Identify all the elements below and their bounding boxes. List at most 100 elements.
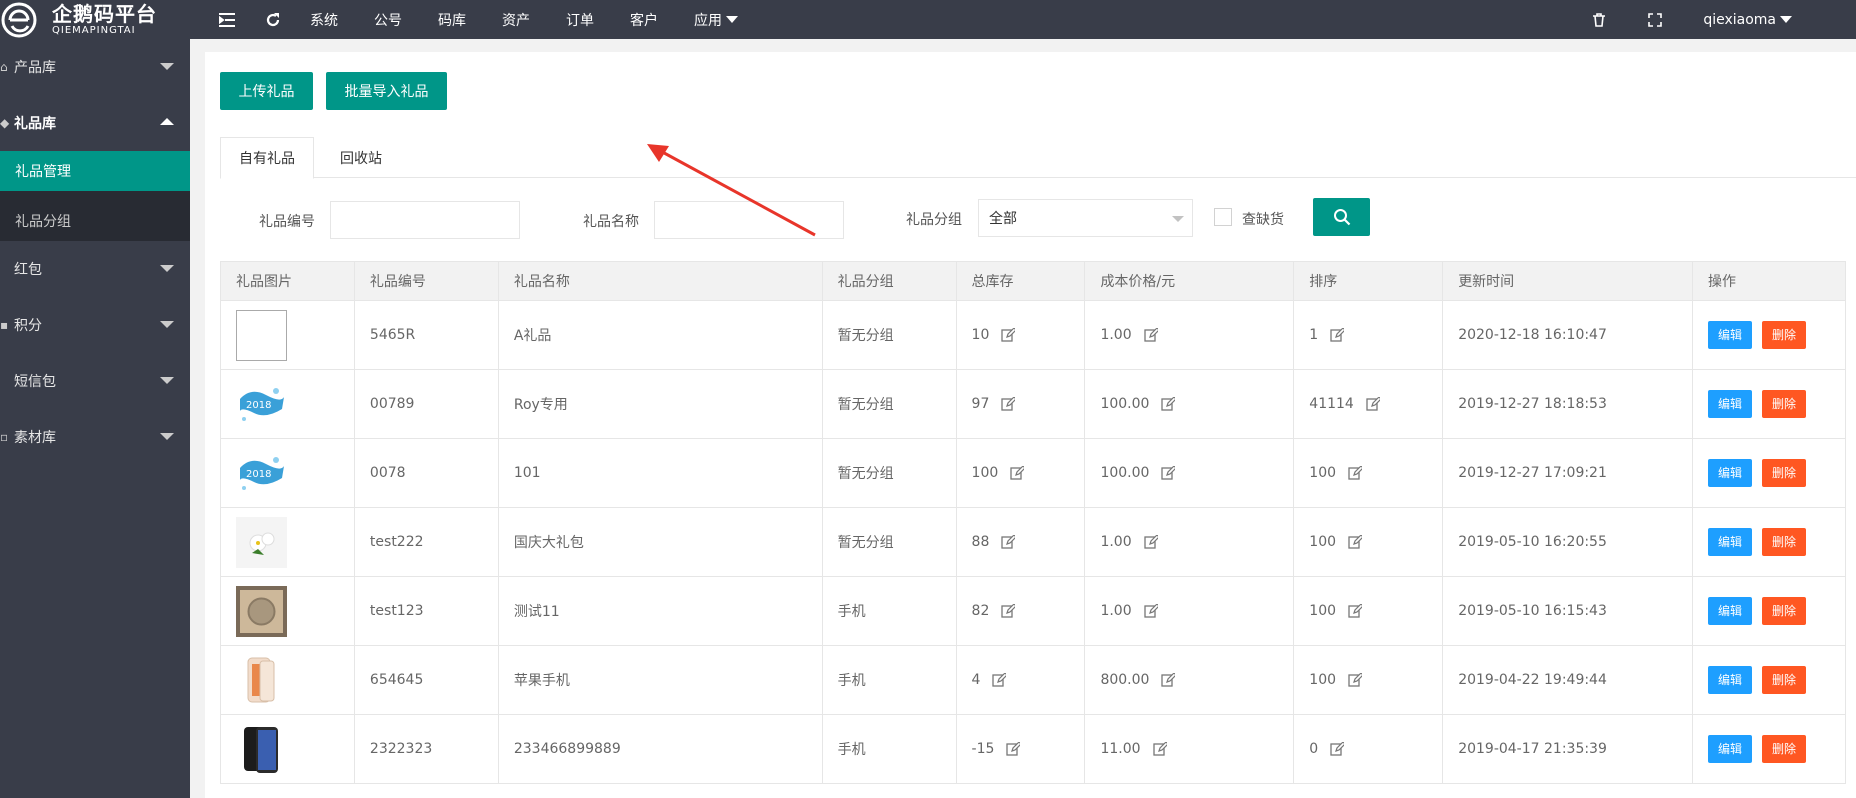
edit-pencil-icon[interactable] — [1152, 742, 1167, 756]
out-of-stock-checkbox[interactable] — [1214, 208, 1232, 226]
username: qiexiaoma — [1703, 11, 1776, 28]
upload-gift-button[interactable]: 上传礼品 — [220, 72, 313, 110]
edit-pencil-icon[interactable] — [1348, 466, 1363, 480]
edit-button[interactable]: 编辑 — [1708, 390, 1753, 418]
gift-sort-cell: 1 — [1293, 300, 1444, 370]
edit-button[interactable]: 编辑 — [1708, 666, 1753, 694]
sidebar-item-gift-library[interactable]: ◆ 礼品库 — [0, 95, 190, 151]
sidebar-item-product-library[interactable]: ⌂ 产品库 — [0, 39, 190, 95]
gift-updated-cell: 2019-05-10 16:15:43 — [1442, 576, 1694, 646]
gift-sort-cell: 41114 — [1293, 369, 1444, 439]
edit-pencil-icon[interactable] — [992, 673, 1007, 687]
gift-stock-value: 88 — [971, 534, 990, 550]
nav-item-system[interactable]: 系统 — [310, 10, 338, 30]
column-header: 操作 — [1692, 261, 1846, 301]
fullscreen-icon[interactable] — [1647, 12, 1663, 28]
nav-item-assets[interactable]: 资产 — [502, 10, 530, 30]
edit-button[interactable]: 编辑 — [1708, 528, 1753, 556]
sidebar-subitem-gift-management[interactable]: 礼品管理 — [0, 151, 190, 191]
edit-pencil-icon[interactable] — [1348, 535, 1363, 549]
edit-pencil-icon[interactable] — [1006, 742, 1021, 756]
gift-code-input[interactable] — [330, 201, 520, 239]
material-icon: ▫ — [0, 430, 9, 444]
edit-pencil-icon[interactable] — [1143, 535, 1158, 549]
edit-pencil-icon[interactable] — [1143, 604, 1158, 618]
edit-button[interactable]: 编辑 — [1708, 597, 1753, 625]
delete-button[interactable]: 删除 — [1762, 597, 1807, 625]
gift-cost-cell: 100.00 — [1084, 369, 1295, 439]
gift-name-cell: 国庆大礼包 — [497, 507, 823, 577]
caret-down-icon — [726, 16, 738, 23]
edit-pencil-icon[interactable] — [1010, 466, 1025, 480]
tab-recycle-bin[interactable]: 回收站 — [314, 137, 408, 178]
delete-button[interactable]: 删除 — [1762, 390, 1807, 418]
gift-name-cell: A礼品 — [497, 300, 823, 370]
refresh-icon[interactable] — [264, 11, 282, 29]
sidebar-submenu-divider — [0, 191, 190, 201]
edit-pencil-icon[interactable] — [1001, 397, 1016, 411]
home-icon: ⌂ — [0, 60, 8, 74]
nav-item-apps[interactable]: 应用 — [694, 10, 738, 30]
edit-pencil-icon[interactable] — [1330, 742, 1345, 756]
nav-item-customers[interactable]: 客户 — [630, 10, 658, 30]
gift-name-input[interactable] — [654, 201, 844, 239]
gift-group-cell: 手机 — [821, 576, 957, 646]
edit-button[interactable]: 编辑 — [1708, 459, 1753, 487]
gift-group-cell: 暂无分组 — [821, 438, 957, 508]
brand-logo[interactable]: 企鹅码平台 QIEMAPINGTAI — [0, 0, 190, 39]
gift-cost-value: 1.00 — [1100, 327, 1132, 343]
edit-pencil-icon[interactable] — [1161, 397, 1176, 411]
nav-item-code-library[interactable]: 码库 — [438, 10, 466, 30]
delete-button[interactable]: 删除 — [1762, 528, 1807, 556]
table-row: 2018 0078 101 暂无分组 100 100.00 100 2019-12-27 17… — [220, 438, 1846, 508]
edit-button[interactable]: 编辑 — [1708, 321, 1753, 349]
edit-pencil-icon[interactable] — [1143, 328, 1158, 342]
table-row: 2322323 233466899889 手机 -15 11.00 0 2019-04-17… — [220, 714, 1846, 784]
gift-name-cell: 苹果手机 — [497, 645, 823, 715]
brand-name-en: QIEMAPINGTAI — [52, 24, 136, 36]
gift-actions-cell: 编辑 删除 — [1692, 576, 1846, 646]
gift-name-cell: 测试11 — [497, 576, 823, 646]
tab-own-gifts[interactable]: 自有礼品 — [220, 137, 314, 179]
edit-pencil-icon[interactable] — [1348, 604, 1363, 618]
delete-button[interactable]: 删除 — [1762, 321, 1807, 349]
svg-text:2018: 2018 — [246, 400, 271, 411]
user-menu[interactable]: qiexiaoma — [1703, 12, 1792, 28]
nav-item-official-account[interactable]: 公号 — [374, 10, 402, 30]
menu-collapse-icon[interactable] — [218, 11, 236, 29]
edit-pencil-icon[interactable] — [1001, 328, 1016, 342]
table-row: 5465R A礼品 暂无分组 10 1.00 1 2020-12-18 16:10:47 编辑… — [220, 300, 1846, 370]
delete-button[interactable]: 删除 — [1762, 459, 1807, 487]
sidebar-item-points[interactable]: ▪ 积分 — [0, 297, 190, 353]
edit-pencil-icon[interactable] — [1001, 604, 1016, 618]
delete-button[interactable]: 删除 — [1762, 735, 1807, 763]
sidebar-subitem-gift-groups[interactable]: 礼品分组 — [0, 201, 190, 241]
sidebar: ⌂ 产品库 ◆ 礼品库 礼品管理 礼品分组 红包 ▪ 积分 短信包 ▫ 素材库 — [0, 39, 190, 798]
edit-pencil-icon[interactable] — [1348, 673, 1363, 687]
edit-pencil-icon[interactable] — [1330, 328, 1345, 342]
sidebar-item-label: 素材库 — [14, 430, 56, 446]
delete-button[interactable]: 删除 — [1762, 666, 1807, 694]
gift-updated-cell: 2019-04-17 21:35:39 — [1442, 714, 1694, 784]
batch-import-gift-button[interactable]: 批量导入礼品 — [326, 72, 447, 110]
search-button[interactable] — [1313, 198, 1370, 236]
edit-pencil-icon[interactable] — [1366, 397, 1380, 411]
edit-button[interactable]: 编辑 — [1708, 735, 1753, 763]
sidebar-item-sms-package[interactable]: 短信包 — [0, 353, 190, 409]
gift-group-label: 礼品分组 — [906, 212, 962, 228]
gift-group-select[interactable]: 全部 — [978, 199, 1193, 237]
trash-icon[interactable] — [1591, 12, 1607, 28]
nav-item-orders[interactable]: 订单 — [566, 10, 594, 30]
edit-pencil-icon[interactable] — [1161, 673, 1176, 687]
sidebar-item-red-packet[interactable]: 红包 — [0, 241, 190, 297]
edit-pencil-icon[interactable] — [1161, 466, 1176, 480]
gift-stock-value: 97 — [971, 396, 990, 412]
sidebar-item-label: 短信包 — [14, 374, 56, 390]
edit-pencil-icon[interactable] — [1001, 535, 1016, 549]
gift-cost-cell: 1.00 — [1084, 300, 1295, 370]
gift-cost-value: 11.00 — [1100, 741, 1141, 757]
gift-actions-cell: 编辑 删除 — [1692, 369, 1846, 439]
sidebar-item-material-library[interactable]: ▫ 素材库 — [0, 409, 190, 465]
gift-stock-value: 100 — [971, 465, 999, 481]
gift-code-cell: test123 — [353, 576, 499, 646]
